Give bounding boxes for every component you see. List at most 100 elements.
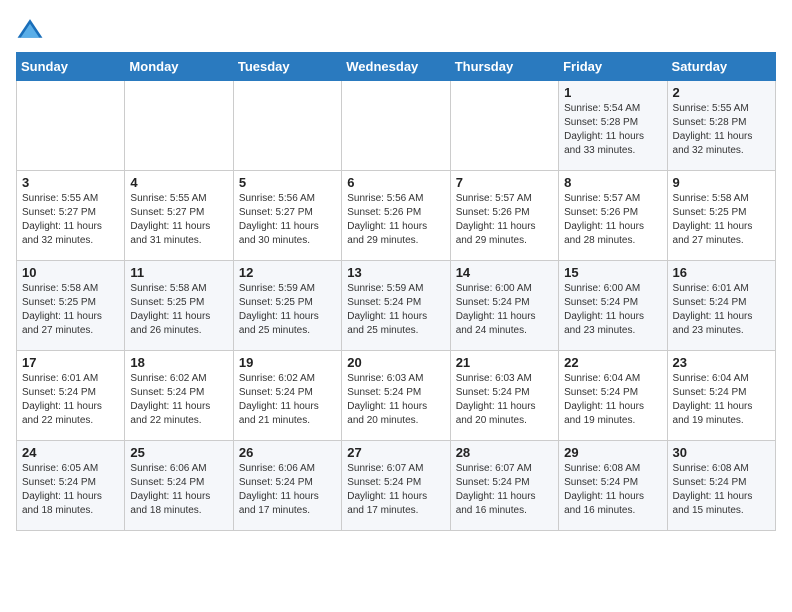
- day-number: 26: [239, 445, 336, 460]
- calendar-header-sunday: Sunday: [17, 53, 125, 81]
- day-info: Sunrise: 5:55 AMSunset: 5:27 PMDaylight:…: [22, 192, 119, 248]
- day-info: Sunrise: 6:02 AMSunset: 5:24 PMDaylight:…: [130, 372, 227, 428]
- day-number: 15: [564, 265, 661, 280]
- day-number: 6: [347, 175, 444, 190]
- calendar-week-row: 24 Sunrise: 6:05 AMSunset: 5:24 PMDaylig…: [17, 441, 776, 531]
- day-info: Sunrise: 6:05 AMSunset: 5:24 PMDaylight:…: [22, 462, 119, 518]
- calendar-cell: 1 Sunrise: 5:54 AMSunset: 5:28 PMDayligh…: [559, 81, 667, 171]
- day-number: 3: [22, 175, 119, 190]
- day-number: 11: [130, 265, 227, 280]
- day-number: 19: [239, 355, 336, 370]
- calendar-header-wednesday: Wednesday: [342, 53, 450, 81]
- day-number: 18: [130, 355, 227, 370]
- calendar-header-row: SundayMondayTuesdayWednesdayThursdayFrid…: [17, 53, 776, 81]
- day-number: 27: [347, 445, 444, 460]
- day-number: 14: [456, 265, 553, 280]
- day-number: 2: [673, 85, 770, 100]
- day-info: Sunrise: 6:08 AMSunset: 5:24 PMDaylight:…: [564, 462, 661, 518]
- day-info: Sunrise: 6:01 AMSunset: 5:24 PMDaylight:…: [22, 372, 119, 428]
- day-number: 16: [673, 265, 770, 280]
- calendar-cell: 17 Sunrise: 6:01 AMSunset: 5:24 PMDaylig…: [17, 351, 125, 441]
- day-info: Sunrise: 6:07 AMSunset: 5:24 PMDaylight:…: [456, 462, 553, 518]
- day-number: 7: [456, 175, 553, 190]
- day-number: 10: [22, 265, 119, 280]
- calendar-cell: 19 Sunrise: 6:02 AMSunset: 5:24 PMDaylig…: [233, 351, 341, 441]
- day-number: 23: [673, 355, 770, 370]
- calendar-cell: 2 Sunrise: 5:55 AMSunset: 5:28 PMDayligh…: [667, 81, 775, 171]
- calendar-cell: 29 Sunrise: 6:08 AMSunset: 5:24 PMDaylig…: [559, 441, 667, 531]
- calendar-header-saturday: Saturday: [667, 53, 775, 81]
- calendar-cell: [342, 81, 450, 171]
- day-number: 20: [347, 355, 444, 370]
- calendar-header-tuesday: Tuesday: [233, 53, 341, 81]
- day-number: 28: [456, 445, 553, 460]
- calendar-cell: 20 Sunrise: 6:03 AMSunset: 5:24 PMDaylig…: [342, 351, 450, 441]
- calendar-cell: 18 Sunrise: 6:02 AMSunset: 5:24 PMDaylig…: [125, 351, 233, 441]
- calendar-cell: 16 Sunrise: 6:01 AMSunset: 5:24 PMDaylig…: [667, 261, 775, 351]
- calendar-cell: [17, 81, 125, 171]
- calendar-header-monday: Monday: [125, 53, 233, 81]
- day-info: Sunrise: 6:04 AMSunset: 5:24 PMDaylight:…: [673, 372, 770, 428]
- calendar-cell: [450, 81, 558, 171]
- calendar-cell: 9 Sunrise: 5:58 AMSunset: 5:25 PMDayligh…: [667, 171, 775, 261]
- logo-icon: [16, 16, 44, 44]
- calendar-cell: 21 Sunrise: 6:03 AMSunset: 5:24 PMDaylig…: [450, 351, 558, 441]
- day-number: 22: [564, 355, 661, 370]
- calendar-cell: 23 Sunrise: 6:04 AMSunset: 5:24 PMDaylig…: [667, 351, 775, 441]
- calendar-cell: 4 Sunrise: 5:55 AMSunset: 5:27 PMDayligh…: [125, 171, 233, 261]
- day-info: Sunrise: 5:59 AMSunset: 5:25 PMDaylight:…: [239, 282, 336, 338]
- calendar-cell: 10 Sunrise: 5:58 AMSunset: 5:25 PMDaylig…: [17, 261, 125, 351]
- calendar-cell: 6 Sunrise: 5:56 AMSunset: 5:26 PMDayligh…: [342, 171, 450, 261]
- day-info: Sunrise: 6:03 AMSunset: 5:24 PMDaylight:…: [347, 372, 444, 428]
- calendar-cell: 27 Sunrise: 6:07 AMSunset: 5:24 PMDaylig…: [342, 441, 450, 531]
- day-info: Sunrise: 6:01 AMSunset: 5:24 PMDaylight:…: [673, 282, 770, 338]
- calendar-table: SundayMondayTuesdayWednesdayThursdayFrid…: [16, 52, 776, 531]
- calendar-header-friday: Friday: [559, 53, 667, 81]
- calendar-week-row: 3 Sunrise: 5:55 AMSunset: 5:27 PMDayligh…: [17, 171, 776, 261]
- day-number: 8: [564, 175, 661, 190]
- calendar-cell: 30 Sunrise: 6:08 AMSunset: 5:24 PMDaylig…: [667, 441, 775, 531]
- day-info: Sunrise: 6:06 AMSunset: 5:24 PMDaylight:…: [130, 462, 227, 518]
- day-info: Sunrise: 6:02 AMSunset: 5:24 PMDaylight:…: [239, 372, 336, 428]
- calendar-cell: 13 Sunrise: 5:59 AMSunset: 5:24 PMDaylig…: [342, 261, 450, 351]
- day-number: 30: [673, 445, 770, 460]
- day-info: Sunrise: 5:58 AMSunset: 5:25 PMDaylight:…: [673, 192, 770, 248]
- day-info: Sunrise: 6:04 AMSunset: 5:24 PMDaylight:…: [564, 372, 661, 428]
- calendar-cell: 25 Sunrise: 6:06 AMSunset: 5:24 PMDaylig…: [125, 441, 233, 531]
- day-number: 9: [673, 175, 770, 190]
- day-number: 29: [564, 445, 661, 460]
- day-number: 12: [239, 265, 336, 280]
- day-info: Sunrise: 6:03 AMSunset: 5:24 PMDaylight:…: [456, 372, 553, 428]
- calendar-cell: 14 Sunrise: 6:00 AMSunset: 5:24 PMDaylig…: [450, 261, 558, 351]
- day-number: 1: [564, 85, 661, 100]
- day-info: Sunrise: 6:00 AMSunset: 5:24 PMDaylight:…: [564, 282, 661, 338]
- logo: [16, 16, 48, 44]
- calendar-header-thursday: Thursday: [450, 53, 558, 81]
- day-info: Sunrise: 6:00 AMSunset: 5:24 PMDaylight:…: [456, 282, 553, 338]
- day-number: 25: [130, 445, 227, 460]
- day-info: Sunrise: 6:08 AMSunset: 5:24 PMDaylight:…: [673, 462, 770, 518]
- day-number: 13: [347, 265, 444, 280]
- page-header: [16, 16, 776, 44]
- day-info: Sunrise: 5:56 AMSunset: 5:26 PMDaylight:…: [347, 192, 444, 248]
- day-info: Sunrise: 5:58 AMSunset: 5:25 PMDaylight:…: [130, 282, 227, 338]
- day-info: Sunrise: 5:57 AMSunset: 5:26 PMDaylight:…: [456, 192, 553, 248]
- calendar-cell: 26 Sunrise: 6:06 AMSunset: 5:24 PMDaylig…: [233, 441, 341, 531]
- calendar-cell: [233, 81, 341, 171]
- day-number: 5: [239, 175, 336, 190]
- calendar-week-row: 10 Sunrise: 5:58 AMSunset: 5:25 PMDaylig…: [17, 261, 776, 351]
- day-number: 24: [22, 445, 119, 460]
- calendar-cell: 5 Sunrise: 5:56 AMSunset: 5:27 PMDayligh…: [233, 171, 341, 261]
- calendar-cell: 15 Sunrise: 6:00 AMSunset: 5:24 PMDaylig…: [559, 261, 667, 351]
- calendar-cell: 12 Sunrise: 5:59 AMSunset: 5:25 PMDaylig…: [233, 261, 341, 351]
- calendar-cell: 7 Sunrise: 5:57 AMSunset: 5:26 PMDayligh…: [450, 171, 558, 261]
- calendar-cell: 3 Sunrise: 5:55 AMSunset: 5:27 PMDayligh…: [17, 171, 125, 261]
- calendar-cell: 28 Sunrise: 6:07 AMSunset: 5:24 PMDaylig…: [450, 441, 558, 531]
- day-number: 4: [130, 175, 227, 190]
- day-info: Sunrise: 6:06 AMSunset: 5:24 PMDaylight:…: [239, 462, 336, 518]
- day-number: 21: [456, 355, 553, 370]
- day-info: Sunrise: 6:07 AMSunset: 5:24 PMDaylight:…: [347, 462, 444, 518]
- calendar-week-row: 17 Sunrise: 6:01 AMSunset: 5:24 PMDaylig…: [17, 351, 776, 441]
- day-info: Sunrise: 5:54 AMSunset: 5:28 PMDaylight:…: [564, 102, 661, 158]
- day-info: Sunrise: 5:55 AMSunset: 5:28 PMDaylight:…: [673, 102, 770, 158]
